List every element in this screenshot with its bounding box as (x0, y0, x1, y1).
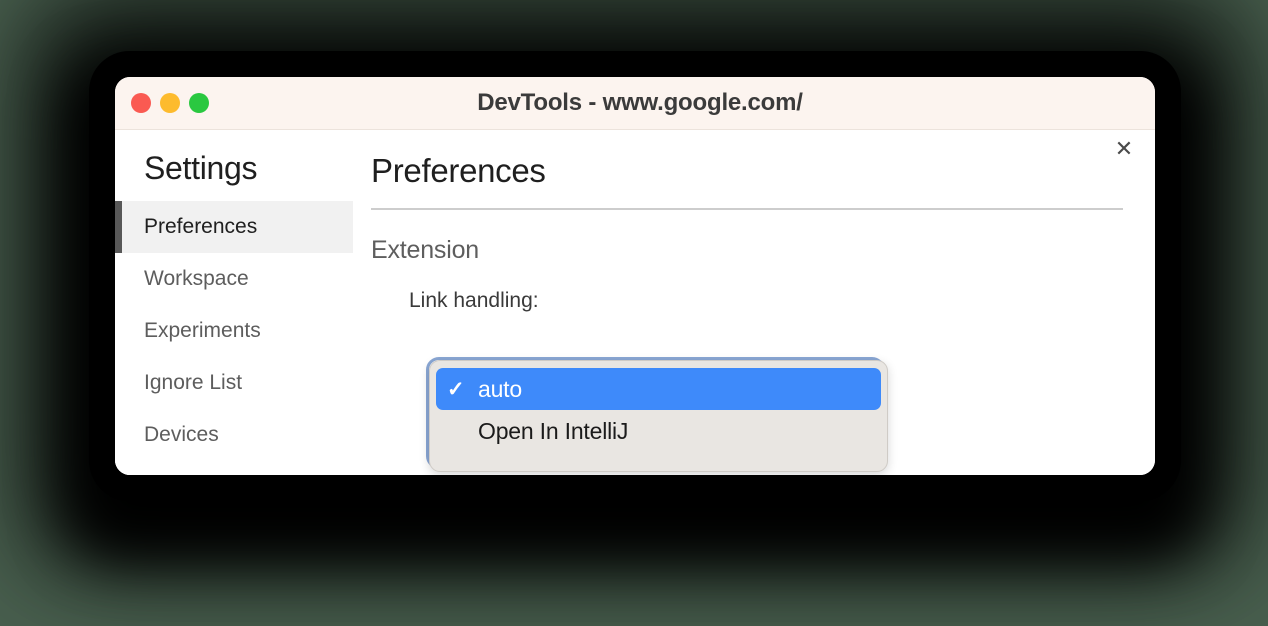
sidebar-item-label: Experiments (144, 319, 261, 342)
window-titlebar: DevTools - www.google.com/ (115, 77, 1155, 130)
close-icon[interactable]: ✕ (1109, 134, 1139, 164)
link-handling-label: Link handling: (409, 289, 539, 312)
link-handling-select-popup[interactable]: ✓ auto Open In IntelliJ (426, 357, 888, 472)
select-option-label: auto (478, 375, 522, 402)
sidebar-item-workspace[interactable]: Workspace (115, 253, 353, 305)
sidebar-item-devices[interactable]: Devices (115, 409, 353, 461)
sidebar-item-label: Preferences (144, 215, 258, 238)
desktop-background: DevTools - www.google.com/ Settings Pref… (0, 0, 1268, 626)
sidebar-item-preferences[interactable]: Preferences (115, 201, 353, 253)
close-window-button[interactable] (131, 93, 151, 113)
sidebar-item-label: Workspace (144, 267, 249, 290)
sidebar-title: Settings (144, 150, 258, 186)
select-option-list[interactable]: ✓ auto Open In IntelliJ (429, 360, 888, 472)
window-title: DevTools - www.google.com/ (477, 89, 803, 116)
link-handling-field-row: Link handling: (409, 289, 1125, 313)
select-option-auto[interactable]: ✓ auto (436, 368, 881, 410)
maximize-window-button[interactable] (189, 93, 209, 113)
sidebar-item-experiments[interactable]: Experiments (115, 305, 353, 357)
page-title: Preferences (371, 152, 546, 189)
sidebar-item-ignore-list[interactable]: Ignore List (115, 357, 353, 409)
select-option-open-in-intellij[interactable]: Open In IntelliJ (436, 410, 881, 452)
sidebar-item-label: Devices (144, 423, 219, 446)
sidebar-item-label: Ignore List (144, 371, 243, 394)
section-title-extension: Extension (371, 236, 479, 264)
select-option-label: Open In IntelliJ (478, 417, 629, 444)
settings-sidebar: Settings Preferences Workspace Experimen… (115, 130, 353, 475)
minimize-window-button[interactable] (160, 93, 180, 113)
traffic-light-group (131, 93, 209, 113)
checkmark-icon: ✓ (447, 377, 465, 401)
panel-divider (371, 208, 1123, 210)
